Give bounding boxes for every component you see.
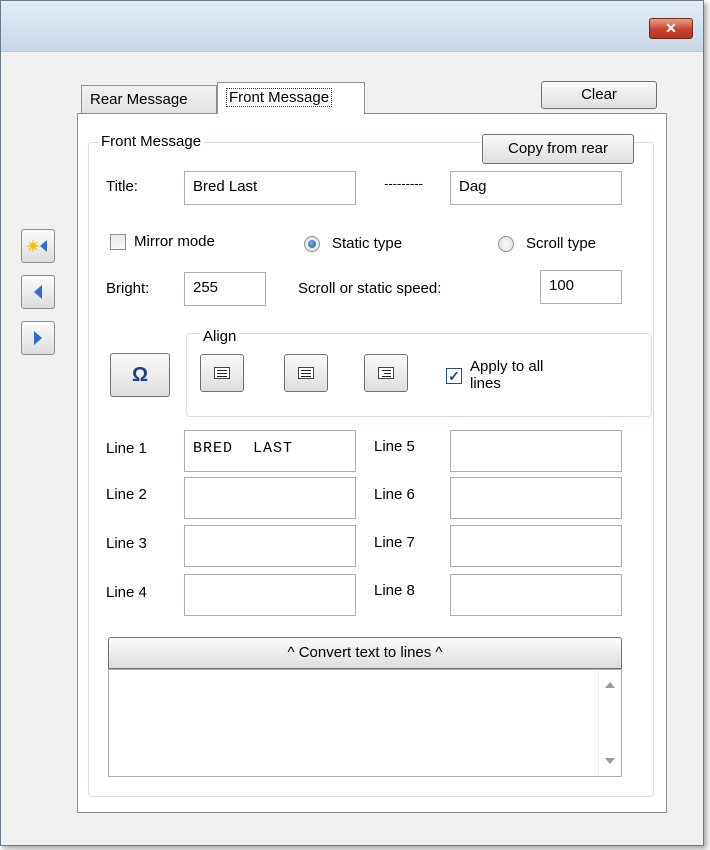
close-icon: ✕ — [665, 20, 677, 36]
special-character-button[interactable]: Ω — [110, 353, 170, 397]
omega-icon: Ω — [131, 364, 149, 386]
line-5-input[interactable] — [450, 430, 622, 472]
apply-to-all-lines-label: Apply to all lines — [470, 358, 544, 392]
apply-to-all-lines-checkbox[interactable]: ✓ — [446, 368, 462, 384]
align-group — [186, 333, 652, 417]
align-title: Align — [200, 328, 240, 345]
align-left-icon — [214, 367, 230, 379]
line-4-label: Line 4 — [106, 584, 147, 601]
group-title: Front Message — [98, 133, 205, 150]
static-type-label: Static type — [332, 235, 403, 252]
line-7-label: Line 7 — [374, 534, 415, 551]
line-2-label: Line 2 — [106, 486, 147, 503]
line-3-label: Line 3 — [106, 535, 147, 552]
line-6-label: Line 6 — [374, 486, 415, 503]
convert-text-to-lines-button[interactable]: ^ Convert text to lines ^ — [108, 637, 622, 669]
speed-input[interactable]: 100 — [540, 270, 622, 304]
copy-from-rear-button[interactable]: Copy from rear — [482, 134, 634, 164]
text-area-scrollbar[interactable] — [598, 670, 621, 776]
title-bar: ✕ — [1, 1, 703, 52]
mirror-mode-label: Mirror mode — [134, 233, 215, 250]
align-right-button[interactable] — [364, 354, 408, 392]
clear-button[interactable]: Clear — [541, 81, 657, 109]
copy-message-button[interactable] — [21, 229, 55, 263]
next-button[interactable] — [21, 321, 55, 355]
title-second-input[interactable]: Dag — [450, 171, 622, 205]
mirror-mode-checkbox[interactable] — [110, 234, 126, 250]
close-button[interactable]: ✕ — [649, 18, 693, 39]
line-4-input[interactable] — [184, 574, 356, 616]
line-2-input[interactable] — [184, 477, 356, 519]
bright-input[interactable]: 255 — [184, 272, 266, 306]
scroll-type-radio[interactable] — [498, 236, 514, 252]
line-7-input[interactable] — [450, 525, 622, 567]
title-separator: --------- — [384, 176, 423, 191]
speed-label: Scroll or static speed: — [298, 280, 442, 297]
static-type-radio[interactable] — [304, 236, 320, 252]
tab-rear-message[interactable]: Rear Message — [81, 85, 217, 114]
align-right-icon — [378, 367, 394, 379]
front-message-panel: Front Message Copy from rear Title: Bred… — [77, 113, 667, 813]
check-icon: ✓ — [448, 368, 460, 384]
tab-front-message[interactable]: Front Message — [217, 82, 365, 114]
message-text-area[interactable] — [108, 669, 622, 777]
line-8-input[interactable] — [450, 574, 622, 616]
copy-message-icon — [27, 240, 47, 252]
line-8-label: Line 8 — [374, 582, 415, 599]
scroll-type-label: Scroll type — [526, 235, 597, 252]
line-1-label: Line 1 — [106, 440, 147, 457]
arrow-right-icon — [34, 331, 42, 345]
line-1-input[interactable]: BRED LAST — [184, 430, 356, 472]
arrow-left-icon — [34, 285, 42, 299]
title-label: Title: — [106, 178, 138, 195]
scroll-down-icon[interactable] — [605, 758, 615, 764]
align-center-icon — [298, 367, 314, 379]
app-window: ✕ Rear Message Front Message Clear Front… — [0, 0, 704, 846]
line-3-input[interactable] — [184, 525, 356, 567]
align-left-button[interactable] — [200, 354, 244, 392]
line-6-input[interactable] — [450, 477, 622, 519]
previous-button[interactable] — [21, 275, 55, 309]
scroll-up-icon[interactable] — [605, 682, 615, 688]
title-input[interactable]: Bred Last — [184, 171, 356, 205]
line-5-label: Line 5 — [374, 438, 415, 455]
align-center-button[interactable] — [284, 354, 328, 392]
bright-label: Bright: — [106, 280, 150, 297]
